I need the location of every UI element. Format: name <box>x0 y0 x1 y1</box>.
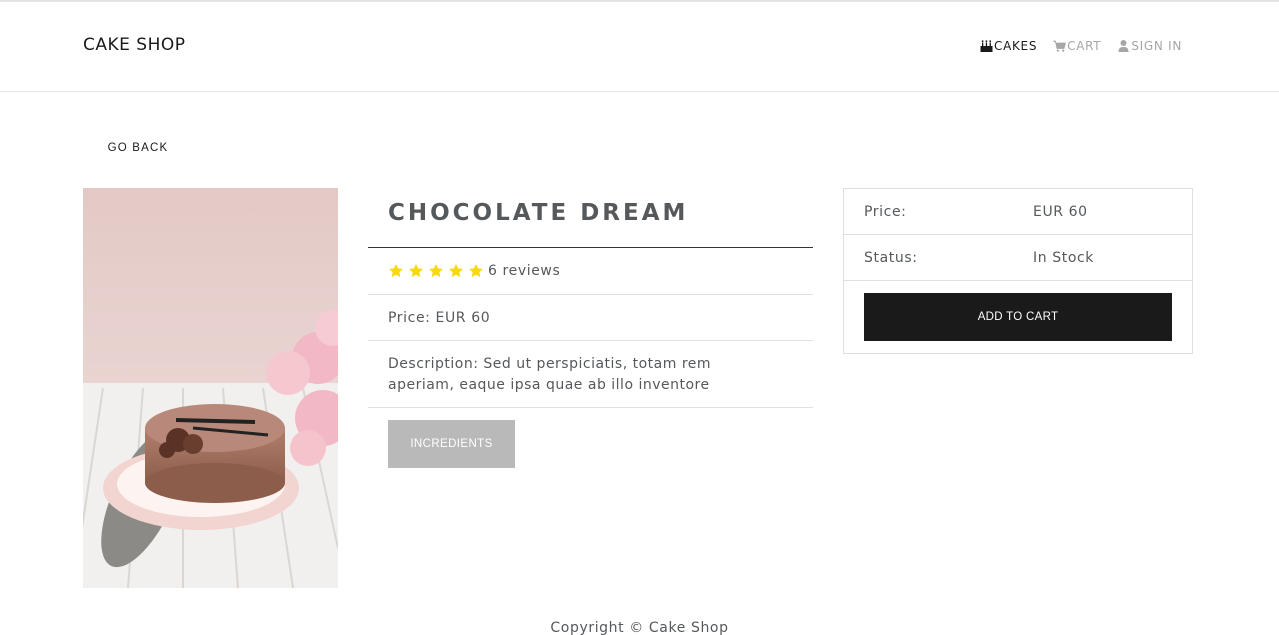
main-nav: CAKES CART SIGN IN <box>980 39 1182 53</box>
card-status-value: In Stock <box>1033 249 1094 266</box>
product-title: CHOCOLATE DREAM <box>368 188 813 248</box>
nav-cart[interactable]: CART <box>1053 39 1101 53</box>
brand-logo[interactable]: CAKE SHOP <box>83 35 186 55</box>
footer-copyright: Copyright © Cake Shop <box>550 620 729 635</box>
nav-cakes[interactable]: CAKES <box>980 39 1037 53</box>
rating-row: 6 reviews <box>368 248 813 295</box>
go-back-button[interactable]: GO BACK <box>83 134 193 162</box>
card-price-row: Price: EUR 60 <box>844 189 1192 235</box>
product-details: CHOCOLATE DREAM 6 reviews Price: EUR 60 … <box>368 188 813 468</box>
star-icon <box>449 264 463 278</box>
nav-sign-in-label: SIGN IN <box>1131 39 1183 53</box>
nav-cart-label: CART <box>1067 39 1102 53</box>
nav-cakes-label: CAKES <box>994 39 1038 53</box>
reviews-count: 6 reviews <box>488 263 561 279</box>
product-price: Price: EUR 60 <box>368 295 813 341</box>
star-icon <box>429 264 443 278</box>
purchase-card: Price: EUR 60 Status: In Stock ADD TO CA… <box>843 188 1193 354</box>
navbar: CAKE SHOP CAKES CART SIGN IN <box>0 2 1279 92</box>
card-price-value: EUR 60 <box>1033 203 1088 220</box>
cart-icon <box>1053 40 1067 52</box>
product-image <box>83 188 338 588</box>
star-icon <box>389 264 403 278</box>
add-to-cart-button[interactable]: ADD TO CART <box>864 293 1172 341</box>
card-price-label: Price: <box>864 203 907 220</box>
card-status-row: Status: In Stock <box>844 235 1192 281</box>
ingredients-button[interactable]: INCREDIENTS <box>388 420 515 468</box>
user-icon <box>1118 40 1129 52</box>
star-icon <box>409 264 423 278</box>
birthday-cake-icon <box>980 40 993 52</box>
card-status-label: Status: <box>864 249 918 266</box>
product-description: Description: Sed ut perspiciatis, totam … <box>368 341 813 408</box>
star-icon <box>469 264 483 278</box>
star-rating <box>388 263 484 279</box>
nav-sign-in[interactable]: SIGN IN <box>1117 39 1182 53</box>
